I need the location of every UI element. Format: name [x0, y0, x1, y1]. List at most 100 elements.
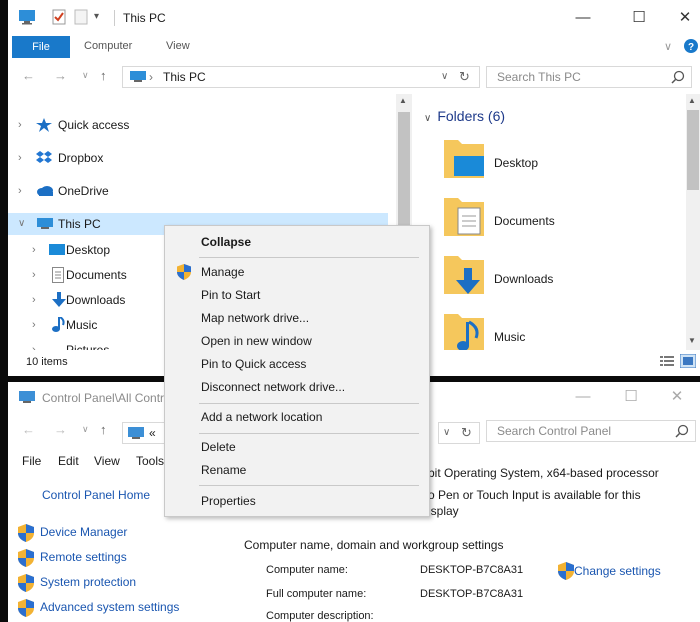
- menu-item-rename[interactable]: Rename: [165, 459, 429, 481]
- menu-item-add-network-location[interactable]: Add a network location: [165, 406, 429, 428]
- menu-tools[interactable]: Tools: [136, 454, 164, 468]
- menu-item-open-new-window[interactable]: Open in new window: [165, 330, 429, 352]
- breadcrumb[interactable]: This PC: [163, 70, 206, 84]
- address-dropdown-icon[interactable]: ∨: [443, 427, 450, 438]
- folder-label: Documents: [494, 214, 555, 228]
- menu-file[interactable]: File: [22, 454, 41, 468]
- menu-view[interactable]: View: [94, 454, 120, 468]
- menu-item-pin-to-start[interactable]: Pin to Start: [165, 284, 429, 306]
- up-button[interactable]: ↑: [100, 422, 107, 437]
- folders-group-header[interactable]: ∨ Folders (6): [424, 108, 505, 124]
- search-input[interactable]: Search This PC: [486, 66, 692, 88]
- menu-item-label: Open in new window: [201, 334, 312, 348]
- nav-label: Pictures: [66, 343, 110, 350]
- computer-name-value: DESKTOP-B7C8A31: [420, 564, 524, 576]
- collapse-chevron-icon[interactable]: ∨: [424, 113, 431, 124]
- menu-item-disconnect-network-drive[interactable]: Disconnect network drive...: [165, 376, 429, 398]
- tab-view[interactable]: View: [166, 40, 190, 52]
- collapse-chevron-icon[interactable]: ∨: [18, 213, 25, 235]
- menu-item-label: Pin to Start: [201, 288, 261, 302]
- scroll-down-icon[interactable]: ▼: [688, 336, 696, 345]
- folder-music[interactable]: Music: [442, 308, 642, 350]
- address-overflow[interactable]: «: [149, 426, 156, 440]
- address-bar[interactable]: › This PC ∨ ↻: [122, 66, 480, 88]
- large-icons-view-icon[interactable]: [680, 354, 696, 368]
- menu-item-collapse[interactable]: Collapse: [165, 231, 429, 253]
- folder-label: Downloads: [494, 272, 554, 286]
- expand-chevron-icon[interactable]: ›: [32, 289, 36, 311]
- address-dropdown-icon[interactable]: ∨: [441, 71, 448, 82]
- minimize-button[interactable]: —: [560, 385, 606, 409]
- menu-separator: [199, 485, 419, 486]
- tab-file[interactable]: File: [12, 36, 70, 58]
- expand-chevron-icon[interactable]: ›: [18, 147, 22, 169]
- search-icon: [675, 424, 689, 438]
- forward-button[interactable]: →: [54, 68, 67, 83]
- details-view-icon[interactable]: [660, 355, 674, 367]
- menu-item-manage[interactable]: Manage: [165, 261, 429, 283]
- music-note-icon: [52, 317, 66, 333]
- address-row: ← → ∨ ↑ › This PC ∨ ↻ Search This PC: [8, 58, 700, 94]
- computer-description-key: Computer description:: [266, 610, 374, 622]
- close-button[interactable]: ✕: [662, 6, 700, 30]
- nav-item-onedrive[interactable]: › OneDrive: [8, 180, 388, 202]
- expand-chevron-icon[interactable]: ›: [18, 180, 22, 202]
- section-header: Computer name, domain and workgroup sett…: [244, 538, 504, 552]
- menu-item-properties[interactable]: Properties: [165, 490, 429, 512]
- menu-item-label: Properties: [201, 494, 256, 508]
- menu-item-label: Pin to Quick access: [201, 357, 307, 371]
- expand-chevron-icon[interactable]: ›: [32, 314, 36, 336]
- expand-chevron-icon[interactable]: ›: [32, 339, 36, 350]
- search-input[interactable]: Search Control Panel: [486, 420, 696, 442]
- minimize-button[interactable]: —: [560, 6, 606, 30]
- address-bar-end[interactable]: ∨ ↻: [438, 422, 480, 444]
- refresh-icon[interactable]: ↻: [459, 69, 470, 85]
- qat-dropdown-icon[interactable]: ▾: [94, 11, 99, 22]
- menu-bar: File Edit View Tools: [8, 454, 188, 474]
- folder-desktop[interactable]: Desktop: [442, 134, 642, 188]
- forward-button[interactable]: →: [54, 422, 67, 437]
- nav-item-dropbox[interactable]: › Dropbox: [8, 147, 388, 169]
- folders-header-label: Folders (6): [437, 108, 506, 124]
- recent-dropdown-icon[interactable]: ∨: [82, 70, 89, 81]
- expand-chevron-icon[interactable]: ›: [18, 114, 22, 136]
- help-icon[interactable]: ?: [684, 39, 698, 53]
- window-title: Control Panel\All Control Panel Items\Sy…: [42, 391, 166, 405]
- folder-documents-icon: [442, 192, 486, 240]
- menu-item-pin-quick-access[interactable]: Pin to Quick access: [165, 353, 429, 375]
- cloud-icon: [36, 186, 54, 196]
- recent-dropdown-icon[interactable]: ∨: [82, 424, 89, 435]
- scroll-thumb[interactable]: [687, 110, 699, 190]
- expand-chevron-icon[interactable]: ›: [32, 239, 36, 261]
- menu-item-map-network-drive[interactable]: Map network drive...: [165, 307, 429, 329]
- menu-item-label: Rename: [201, 463, 247, 477]
- new-folder-icon[interactable]: [74, 9, 88, 25]
- back-button[interactable]: ←: [22, 68, 35, 83]
- context-menu: Collapse Manage Pin to Start Map network…: [164, 225, 430, 517]
- expand-ribbon-icon[interactable]: ∨: [664, 40, 672, 53]
- scroll-up-icon[interactable]: ▲: [399, 96, 407, 105]
- up-button[interactable]: ↑: [100, 68, 107, 83]
- menu-separator: [199, 403, 419, 404]
- menu-item-delete[interactable]: Delete: [165, 436, 429, 458]
- close-button[interactable]: ✕: [654, 385, 700, 409]
- maximize-button[interactable]: ☐: [608, 385, 654, 409]
- tab-computer[interactable]: Computer: [84, 40, 132, 52]
- maximize-button[interactable]: ☐: [616, 6, 662, 30]
- documents-icon: [52, 267, 64, 283]
- control-panel-home-link[interactable]: Control Panel Home: [42, 488, 150, 502]
- svg-text:?: ?: [688, 42, 694, 53]
- properties-icon[interactable]: [52, 9, 66, 25]
- folder-documents[interactable]: Documents: [442, 192, 642, 246]
- scroll-up-icon[interactable]: ▲: [688, 96, 696, 105]
- folder-downloads[interactable]: Downloads: [442, 250, 642, 304]
- window-title: This PC: [123, 11, 166, 25]
- back-button[interactable]: ←: [22, 422, 35, 437]
- content-scrollbar[interactable]: ▲ ▼: [686, 94, 700, 350]
- refresh-icon[interactable]: ↻: [461, 425, 472, 441]
- search-placeholder: Search This PC: [497, 70, 581, 84]
- menu-edit[interactable]: Edit: [58, 454, 79, 468]
- nav-item-quick-access[interactable]: › Quick access: [8, 114, 388, 136]
- shield-icon: [18, 549, 34, 567]
- expand-chevron-icon[interactable]: ›: [32, 264, 36, 286]
